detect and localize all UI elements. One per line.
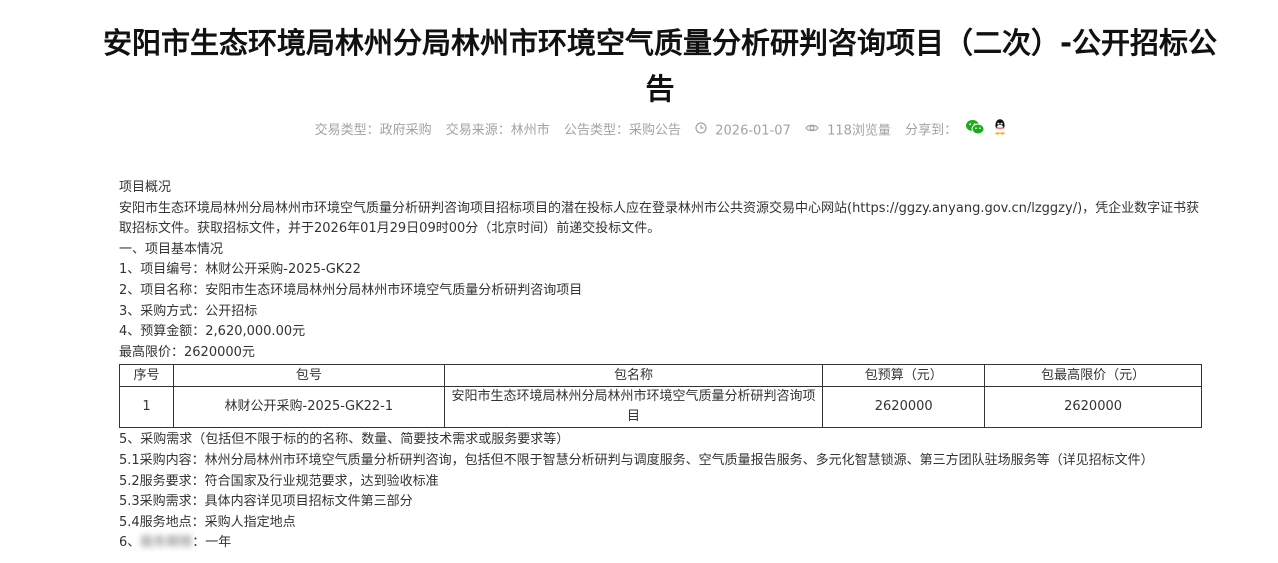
cell-package-max-price: 2620000 xyxy=(984,386,1202,429)
service-period: 6、服务期限：一年 xyxy=(119,533,1204,554)
service-period-label: 服务期限 xyxy=(140,535,193,551)
service-period-prefix: 6、 xyxy=(119,535,141,551)
service-period-value: ：一年 xyxy=(192,535,232,551)
header-seq: 序号 xyxy=(119,364,174,388)
cell-package-name: 安阳市生态环境局林州分局林州市环境空气质量分析研判咨询项目 xyxy=(443,386,824,429)
trade-source: 交易来源：林州市 xyxy=(445,123,550,138)
cell-package-no: 林财公开采购-2025-GK22-1 xyxy=(172,386,445,429)
page-title: 安阳市生态环境局林州分局林州市环境空气质量分析研判咨询项目（二次）-公开招标公告 xyxy=(102,26,1218,106)
announcement-body: 项目概况 安阳市生态环境局林州分局林州市环境空气质量分析研判咨询项目招标项目的潜… xyxy=(119,178,1204,554)
share-label: 分享到： xyxy=(905,123,958,138)
cell-seq: 1 xyxy=(119,386,174,429)
overview-heading: 项目概况 xyxy=(119,180,172,195)
procurement-content: 5.1采购内容：林州分局林州市环境空气质量分析研判咨询，包括但不限于智慧分析研判… xyxy=(119,452,1154,468)
package-table: 序号 包号 包名称 包预算（元） 包最高限价（元） 1 林财公开采购-2025-… xyxy=(119,364,1202,429)
publish-date: 2026-01-07 xyxy=(715,123,791,138)
project-name: 2、项目名称：安阳市生态环境局林州分局林州市环境空气质量分析研判咨询项目 xyxy=(119,282,583,298)
qq-icon[interactable] xyxy=(993,118,1007,143)
view-count: 118浏览量 xyxy=(827,123,891,138)
clock-icon xyxy=(695,120,707,142)
share-item: 分享到： xyxy=(905,118,1007,143)
notice-type: 公告类型：采购公告 xyxy=(563,123,681,138)
section-basic-info: 一、项目基本情况 xyxy=(119,241,224,257)
procurement-method: 3、采购方式：公开招标 xyxy=(119,303,258,319)
table-row: 1 林财公开采购-2025-GK22-1 安阳市生态环境局林州分局林州市环境空气… xyxy=(119,386,1202,429)
service-location: 5.4服务地点：采购人指定地点 xyxy=(119,514,296,530)
cell-package-budget: 2620000 xyxy=(822,386,986,429)
overview-text: 安阳市生态环境局林州分局林州市环境空气质量分析研判咨询项目招标项目的潜在投标人应… xyxy=(119,200,1200,237)
max-price: 最高限价：2620000元 xyxy=(119,344,255,360)
view-count-item: 118浏览量 xyxy=(805,120,891,143)
meta-bar: 交易类型：政府采购 交易来源：林州市 公告类型：采购公告 2026-01-07 … xyxy=(0,118,1278,143)
header-package-max-price: 包最高限价（元） xyxy=(984,364,1202,388)
table-header-row: 序号 包号 包名称 包预算（元） 包最高限价（元） xyxy=(119,364,1202,388)
wechat-icon[interactable] xyxy=(965,119,985,143)
service-requirements: 5.2服务要求：符合国家及行业规范要求，达到验收标准 xyxy=(119,473,439,489)
publish-date-item: 2026-01-07 xyxy=(695,120,791,143)
project-number: 1、项目编号：林财公开采购-2025-GK22 xyxy=(119,262,361,278)
procurement-needs: 5.3采购需求：具体内容详见项目招标文件第三部分 xyxy=(119,494,413,510)
header-package-no: 包号 xyxy=(172,364,445,388)
header-package-budget: 包预算（元） xyxy=(822,364,986,388)
eye-icon xyxy=(805,120,819,142)
header-package-name: 包名称 xyxy=(443,364,824,388)
trade-type: 交易类型：政府采购 xyxy=(314,123,432,138)
budget-amount: 4、预算金额：2,620,000.00元 xyxy=(119,324,306,340)
section-requirements: 5、采购需求（包括但不限于标的的名称、数量、简要技术需求或服务要求等） xyxy=(119,432,570,448)
